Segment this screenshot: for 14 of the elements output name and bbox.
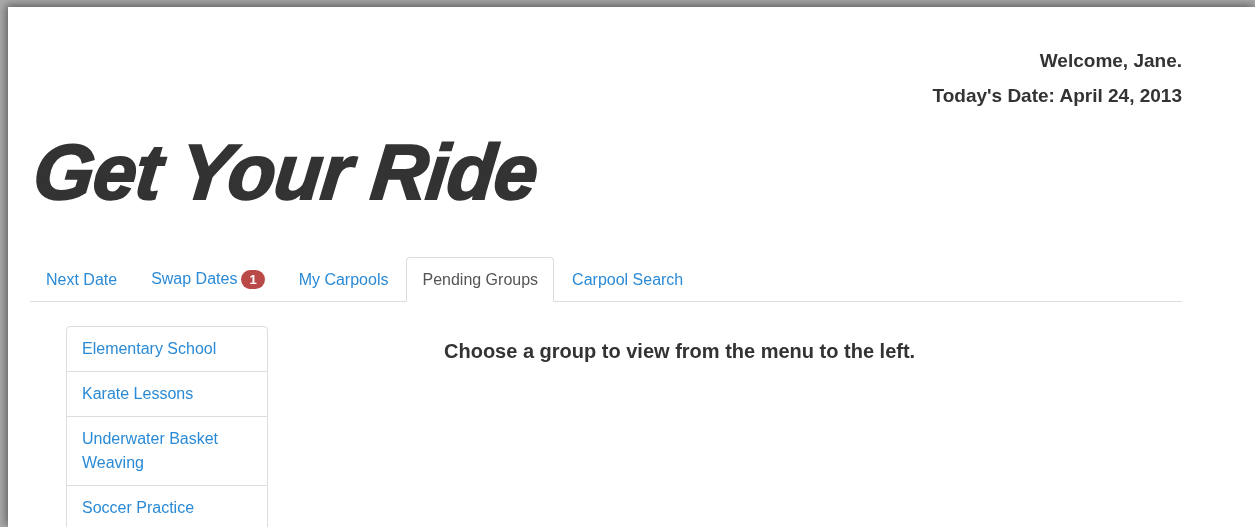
logo-text: Get Your Ride — [30, 133, 541, 211]
sidebar-item[interactable]: Elementary School — [67, 327, 267, 372]
tab[interactable]: My Carpools — [282, 257, 405, 302]
instruction-text: Choose a group to view from the menu to the left. — [444, 339, 916, 364]
sidebar-item[interactable]: Underwater Basket Weaving — [67, 417, 267, 486]
tab[interactable]: Pending Groups — [406, 257, 555, 302]
sidebar-item[interactable]: Soccer Practice — [67, 486, 267, 527]
tab[interactable]: Carpool Search — [556, 257, 700, 302]
welcome-text: Welcome, Jane. — [1039, 49, 1182, 73]
sidebar-item[interactable]: Karate Lessons — [67, 372, 267, 417]
tab[interactable]: Swap Dates 1 — [135, 257, 281, 302]
date-text: Today's Date: April 24, 2013 — [932, 85, 1182, 106]
count-badge: 1 — [241, 270, 265, 289]
tab[interactable]: Next Date — [30, 257, 134, 302]
